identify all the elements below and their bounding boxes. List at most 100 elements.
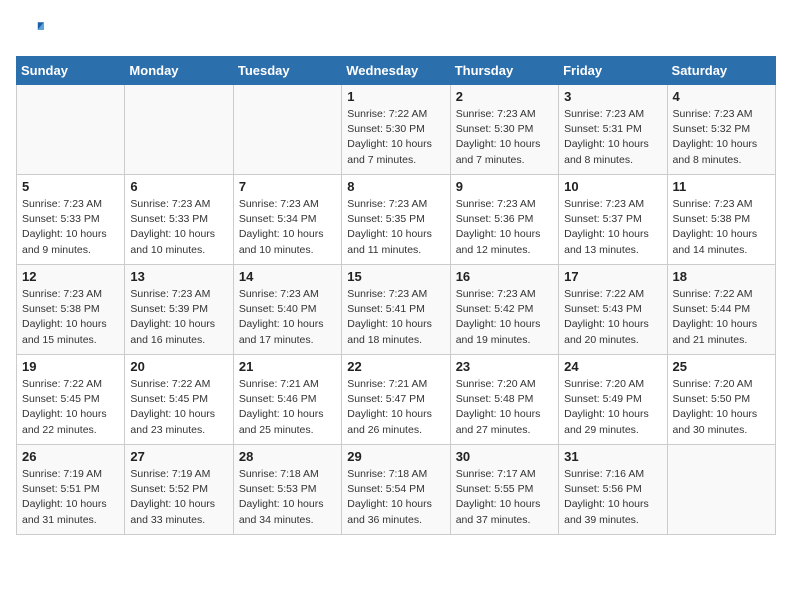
day-info: Sunrise: 7:22 AM Sunset: 5:45 PM Dayligh… [22,377,119,438]
day-info: Sunrise: 7:23 AM Sunset: 5:33 PM Dayligh… [130,197,227,258]
calendar-cell: 30 Sunrise: 7:17 AM Sunset: 5:55 PM Dayli… [450,445,558,535]
day-number: 15 [347,269,444,284]
day-info: Sunrise: 7:23 AM Sunset: 5:39 PM Dayligh… [130,287,227,348]
day-info: Sunrise: 7:23 AM Sunset: 5:41 PM Dayligh… [347,287,444,348]
page-header [16,16,776,44]
calendar-cell: 4Sunrise: 7:23 AM Sunset: 5:32 PM Daylig… [667,85,775,175]
day-number: 10 [564,179,661,194]
day-info: Sunrise: 7:20 AM Sunset: 5:48 PM Dayligh… [456,377,553,438]
day-number: 9 [456,179,553,194]
day-number: 22 [347,359,444,374]
day-info: Sunrise: 7:22 AM Sunset: 5:43 PM Dayligh… [564,287,661,348]
day-number: 21 [239,359,336,374]
day-number: 30 [456,449,553,464]
day-info: Sunrise: 7:23 AM Sunset: 5:33 PM Dayligh… [22,197,119,258]
day-info: Sunrise: 7:22 AM Sunset: 5:44 PM Dayligh… [673,287,770,348]
day-number: 16 [456,269,553,284]
day-info: Sunrise: 7:23 AM Sunset: 5:34 PM Dayligh… [239,197,336,258]
day-info: Sunrise: 7:19 AM Sunset: 5:51 PM Dayligh… [22,467,119,528]
day-number: 18 [673,269,770,284]
calendar-week-row: 26 Sunrise: 7:19 AM Sunset: 5:51 PM Dayli… [17,445,776,535]
day-info: Sunrise: 7:23 AM Sunset: 5:32 PM Dayligh… [673,107,770,168]
calendar-cell: 6 Sunrise: 7:23 AM Sunset: 5:33 PM Daylig… [125,175,233,265]
logo-icon [16,16,44,44]
day-info: Sunrise: 7:23 AM Sunset: 5:38 PM Dayligh… [673,197,770,258]
calendar-table: SundayMondayTuesdayWednesdayThursdayFrid… [16,56,776,535]
calendar-cell: 28 Sunrise: 7:18 AM Sunset: 5:53 PM Dayli… [233,445,341,535]
day-number: 19 [22,359,119,374]
day-number: 8 [347,179,444,194]
calendar-cell: 10 Sunrise: 7:23 AM Sunset: 5:37 PM Dayli… [559,175,667,265]
calendar-cell: 18 Sunrise: 7:22 AM Sunset: 5:44 PM Dayli… [667,265,775,355]
day-number: 23 [456,359,553,374]
day-header-friday: Friday [559,57,667,85]
day-header-saturday: Saturday [667,57,775,85]
calendar-cell: 8 Sunrise: 7:23 AM Sunset: 5:35 PM Daylig… [342,175,450,265]
calendar-cell: 1 Sunrise: 7:22 AM Sunset: 5:30 PM Daylig… [342,85,450,175]
calendar-week-row: 1 Sunrise: 7:22 AM Sunset: 5:30 PM Daylig… [17,85,776,175]
day-info: Sunrise: 7:21 AM Sunset: 5:47 PM Dayligh… [347,377,444,438]
calendar-cell: 20 Sunrise: 7:22 AM Sunset: 5:45 PM Dayli… [125,355,233,445]
day-info: Sunrise: 7:22 AM Sunset: 5:30 PM Dayligh… [347,107,444,168]
day-info: Sunrise: 7:23 AM Sunset: 5:35 PM Dayligh… [347,197,444,258]
day-info: Sunrise: 7:23 AM Sunset: 5:37 PM Dayligh… [564,197,661,258]
calendar-week-row: 19 Sunrise: 7:22 AM Sunset: 5:45 PM Dayli… [17,355,776,445]
day-info: Sunrise: 7:22 AM Sunset: 5:45 PM Dayligh… [130,377,227,438]
day-info: Sunrise: 7:23 AM Sunset: 5:30 PM Dayligh… [456,107,553,168]
calendar-cell: 26 Sunrise: 7:19 AM Sunset: 5:51 PM Dayli… [17,445,125,535]
calendar-cell: 21Sunrise: 7:21 AM Sunset: 5:46 PM Dayli… [233,355,341,445]
day-info: Sunrise: 7:20 AM Sunset: 5:50 PM Dayligh… [673,377,770,438]
day-header-thursday: Thursday [450,57,558,85]
calendar-cell [667,445,775,535]
day-info: Sunrise: 7:18 AM Sunset: 5:53 PM Dayligh… [239,467,336,528]
day-header-sunday: Sunday [17,57,125,85]
calendar-cell: 27 Sunrise: 7:19 AM Sunset: 5:52 PM Dayli… [125,445,233,535]
calendar-cell: 23 Sunrise: 7:20 AM Sunset: 5:48 PM Dayli… [450,355,558,445]
calendar-cell: 16Sunrise: 7:23 AM Sunset: 5:42 PM Dayli… [450,265,558,355]
calendar-header-row: SundayMondayTuesdayWednesdayThursdayFrid… [17,57,776,85]
day-header-tuesday: Tuesday [233,57,341,85]
day-number: 13 [130,269,227,284]
day-number: 2 [456,89,553,104]
day-header-monday: Monday [125,57,233,85]
day-number: 3 [564,89,661,104]
logo [16,16,48,44]
day-number: 12 [22,269,119,284]
day-number: 26 [22,449,119,464]
calendar-cell: 22 Sunrise: 7:21 AM Sunset: 5:47 PM Dayli… [342,355,450,445]
day-header-wednesday: Wednesday [342,57,450,85]
day-number: 5 [22,179,119,194]
calendar-cell: 31 Sunrise: 7:16 AM Sunset: 5:56 PM Dayli… [559,445,667,535]
day-info: Sunrise: 7:19 AM Sunset: 5:52 PM Dayligh… [130,467,227,528]
calendar-cell: 13 Sunrise: 7:23 AM Sunset: 5:39 PM Dayli… [125,265,233,355]
day-info: Sunrise: 7:16 AM Sunset: 5:56 PM Dayligh… [564,467,661,528]
calendar-cell: 29 Sunrise: 7:18 AM Sunset: 5:54 PM Dayli… [342,445,450,535]
day-info: Sunrise: 7:23 AM Sunset: 5:40 PM Dayligh… [239,287,336,348]
calendar-cell: 3Sunrise: 7:23 AM Sunset: 5:31 PM Daylig… [559,85,667,175]
day-number: 7 [239,179,336,194]
day-number: 1 [347,89,444,104]
calendar-cell: 2 Sunrise: 7:23 AM Sunset: 5:30 PM Daylig… [450,85,558,175]
day-number: 20 [130,359,227,374]
calendar-cell [125,85,233,175]
day-number: 24 [564,359,661,374]
day-number: 31 [564,449,661,464]
calendar-cell: 19 Sunrise: 7:22 AM Sunset: 5:45 PM Dayli… [17,355,125,445]
calendar-cell: 9 Sunrise: 7:23 AM Sunset: 5:36 PM Daylig… [450,175,558,265]
calendar-cell [233,85,341,175]
day-number: 27 [130,449,227,464]
calendar-cell: 24 Sunrise: 7:20 AM Sunset: 5:49 PM Dayli… [559,355,667,445]
day-info: Sunrise: 7:23 AM Sunset: 5:38 PM Dayligh… [22,287,119,348]
day-number: 14 [239,269,336,284]
calendar-cell: 11 Sunrise: 7:23 AM Sunset: 5:38 PM Dayli… [667,175,775,265]
day-info: Sunrise: 7:17 AM Sunset: 5:55 PM Dayligh… [456,467,553,528]
day-number: 11 [673,179,770,194]
day-number: 29 [347,449,444,464]
calendar-cell: 5 Sunrise: 7:23 AM Sunset: 5:33 PM Daylig… [17,175,125,265]
day-info: Sunrise: 7:20 AM Sunset: 5:49 PM Dayligh… [564,377,661,438]
day-info: Sunrise: 7:23 AM Sunset: 5:36 PM Dayligh… [456,197,553,258]
day-number: 6 [130,179,227,194]
day-number: 28 [239,449,336,464]
calendar-cell: 25Sunrise: 7:20 AM Sunset: 5:50 PM Dayli… [667,355,775,445]
day-info: Sunrise: 7:18 AM Sunset: 5:54 PM Dayligh… [347,467,444,528]
